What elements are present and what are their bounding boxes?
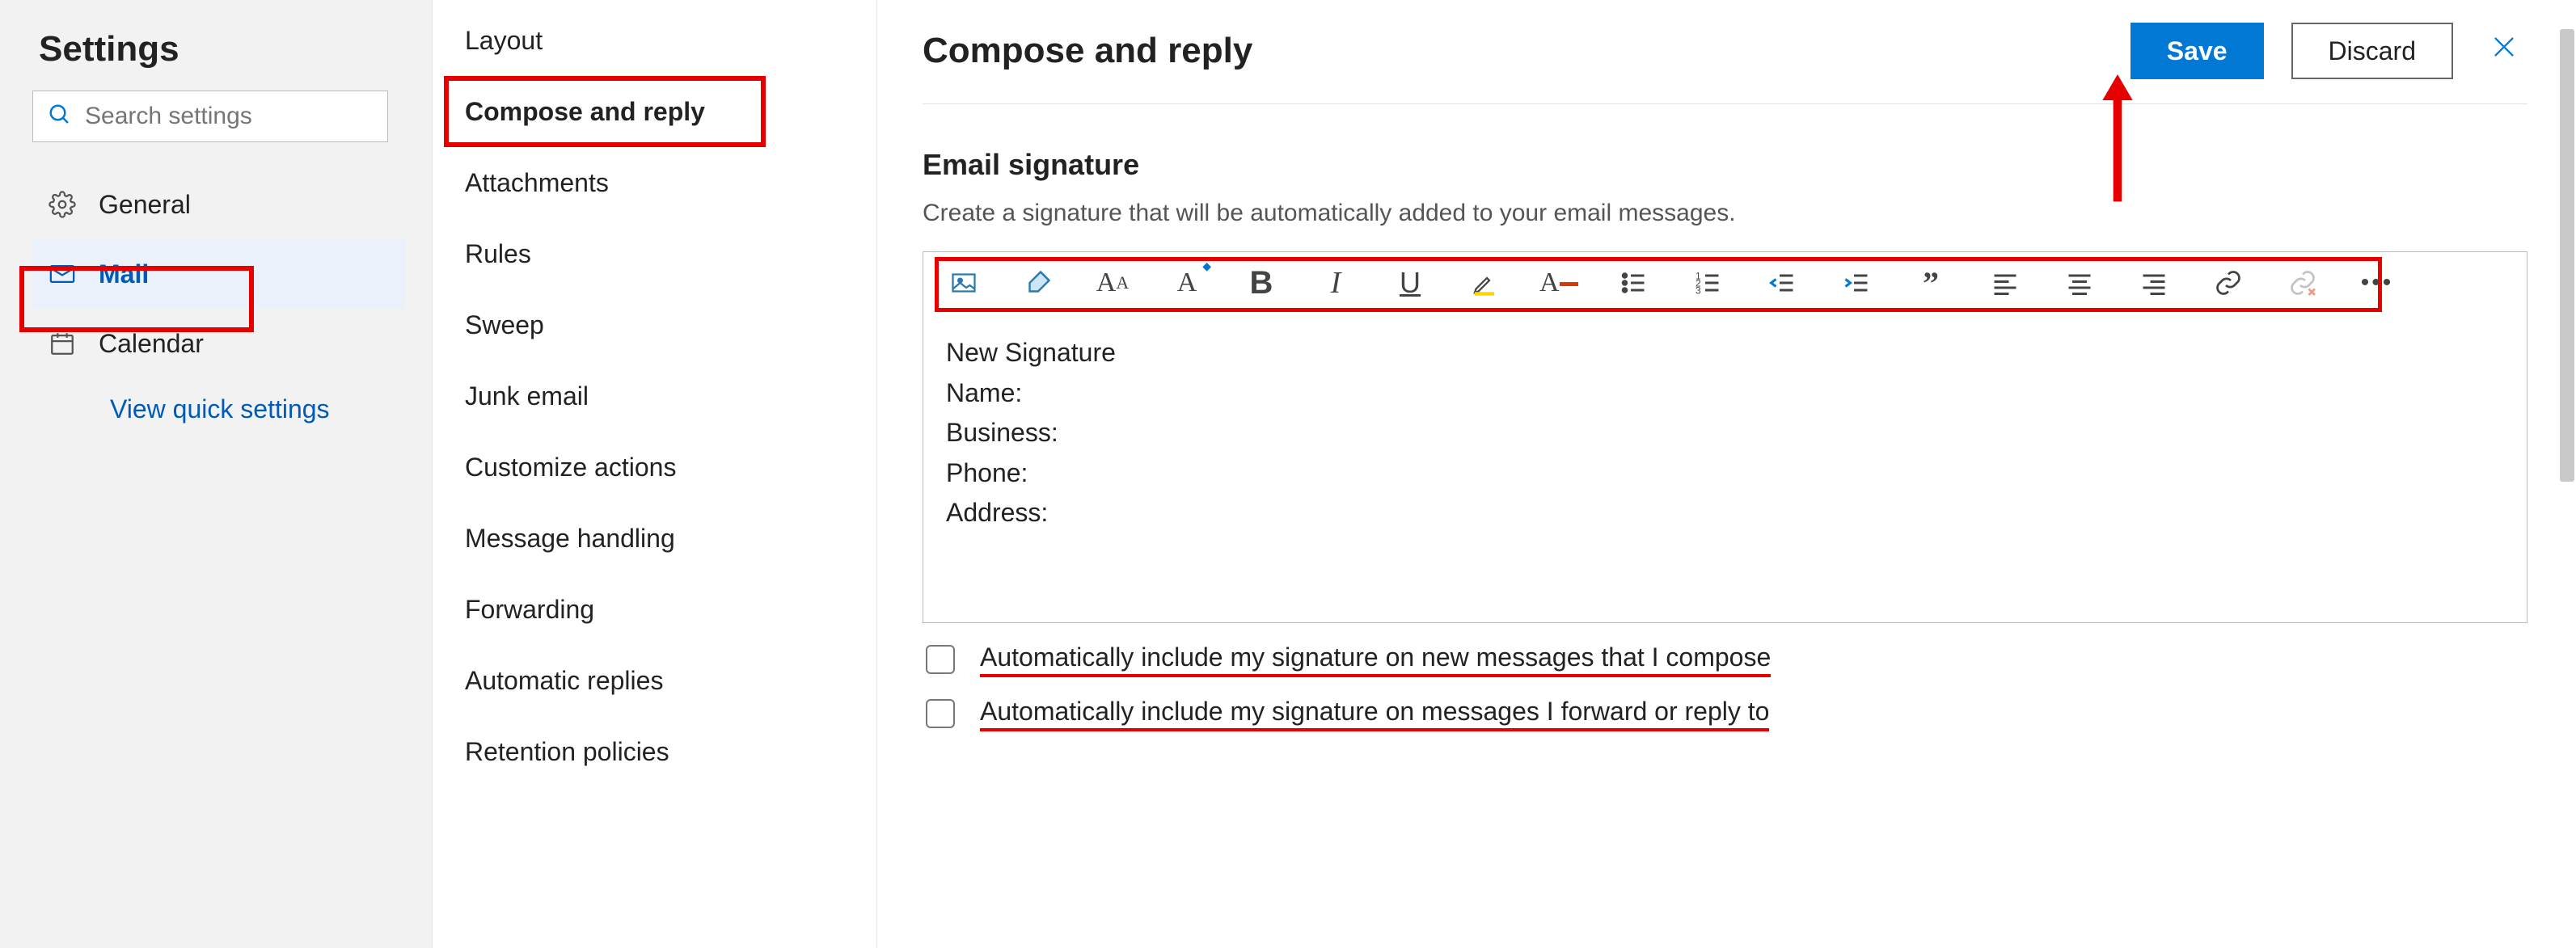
font-color-icon[interactable]: A (1539, 263, 1578, 302)
search-icon (48, 103, 83, 131)
signature-editor: AA A◆ B I U A 123 (923, 251, 2527, 623)
main-actions: Save Discard (2130, 23, 2527, 79)
checkbox-reply-forward[interactable] (926, 699, 955, 728)
page-title: Compose and reply (923, 31, 1252, 71)
font-icon[interactable]: AA (1093, 263, 1132, 302)
sidebar-item-label: General (99, 190, 191, 220)
insert-link-icon[interactable] (2209, 263, 2248, 302)
format-painter-icon[interactable] (1019, 263, 1058, 302)
main-panel: Compose and reply Save Discard Email sig… (877, 0, 2576, 948)
sidebar-item-label: Calendar (99, 329, 204, 359)
indent-icon[interactable] (1837, 263, 1876, 302)
subnav-forwarding[interactable]: Forwarding (433, 574, 876, 645)
section-desc: Create a signature that will be automati… (923, 200, 2527, 227)
check-new-messages[interactable]: Automatically include my signature on ne… (923, 643, 2527, 677)
editor-toolbar: AA A◆ B I U A 123 (923, 252, 2527, 314)
section-title: Email signature (923, 148, 2527, 182)
italic-icon[interactable]: I (1316, 263, 1355, 302)
quote-icon[interactable]: ” (1911, 263, 1950, 302)
close-icon[interactable] (2481, 32, 2527, 70)
more-options-icon[interactable]: ••• (2358, 263, 2397, 302)
check-label: Automatically include my signature on me… (980, 697, 1769, 731)
subnav-attachments[interactable]: Attachments (433, 147, 876, 218)
annotation-arrow-save (2093, 74, 2142, 208)
scrollbar[interactable] (2560, 29, 2574, 482)
underline-icon[interactable]: U (1391, 263, 1429, 302)
subnav-layout[interactable]: Layout (433, 5, 876, 76)
settings-sidebar: Settings General Mail Calendar View (0, 0, 433, 948)
check-reply-forward[interactable]: Automatically include my signature on me… (923, 697, 2527, 731)
bullet-list-icon[interactable] (1614, 263, 1653, 302)
outdent-icon[interactable] (1763, 263, 1801, 302)
sidebar-item-label: Mail (99, 259, 149, 289)
search-input[interactable] (83, 102, 373, 131)
search-settings-field[interactable] (32, 91, 388, 142)
align-left-icon[interactable] (1986, 263, 2025, 302)
save-button[interactable]: Save (2130, 23, 2264, 79)
gear-icon (49, 191, 76, 218)
bold-icon[interactable]: B (1242, 263, 1281, 302)
subnav-retention-policies[interactable]: Retention policies (433, 716, 876, 787)
email-signature-section: Email signature Create a signature that … (923, 148, 2527, 731)
sidebar-item-general[interactable]: General (32, 170, 406, 239)
subnav-sweep[interactable]: Sweep (433, 289, 876, 360)
subnav-rules[interactable]: Rules (433, 218, 876, 289)
subnav-junk-email[interactable]: Junk email (433, 360, 876, 432)
font-size-icon[interactable]: A◆ (1168, 263, 1206, 302)
numbered-list-icon[interactable]: 123 (1688, 263, 1727, 302)
check-label: Automatically include my signature on ne… (980, 643, 1771, 677)
signwww-editor-body[interactable]: New Signature Name: Business: Phone: Add… (923, 314, 2527, 622)
sidebar-item-mail[interactable]: Mail (32, 239, 406, 309)
main-header: Compose and reply Save Discard (923, 23, 2527, 104)
subnav-customize-actions[interactable]: Customize actions (433, 432, 876, 503)
subnav-compose-and-reply[interactable]: Compose and reply (433, 76, 876, 147)
subnav-automatic-replies[interactable]: Automatic replies (433, 645, 876, 716)
align-right-icon[interactable] (2135, 263, 2173, 302)
svg-text:3: 3 (1696, 285, 1701, 297)
highlight-icon[interactable] (1465, 263, 1504, 302)
insert-image-icon[interactable] (944, 263, 983, 302)
sidebar-item-calendar[interactable]: Calendar (32, 309, 406, 378)
align-center-icon[interactable] (2060, 263, 2099, 302)
checkbox-new-messages[interactable] (926, 645, 955, 674)
remove-link-icon[interactable] (2283, 263, 2322, 302)
view-quick-settings-link[interactable]: View quick settings (110, 394, 330, 424)
settings-title: Settings (32, 29, 406, 70)
mail-subnav: Layout Compose and reply Attachments Rul… (433, 0, 877, 948)
subnav-message-handling[interactable]: Message handling (433, 503, 876, 574)
mail-icon (49, 260, 76, 288)
discard-button[interactable]: Discard (2291, 23, 2453, 79)
calendar-icon (49, 330, 76, 357)
